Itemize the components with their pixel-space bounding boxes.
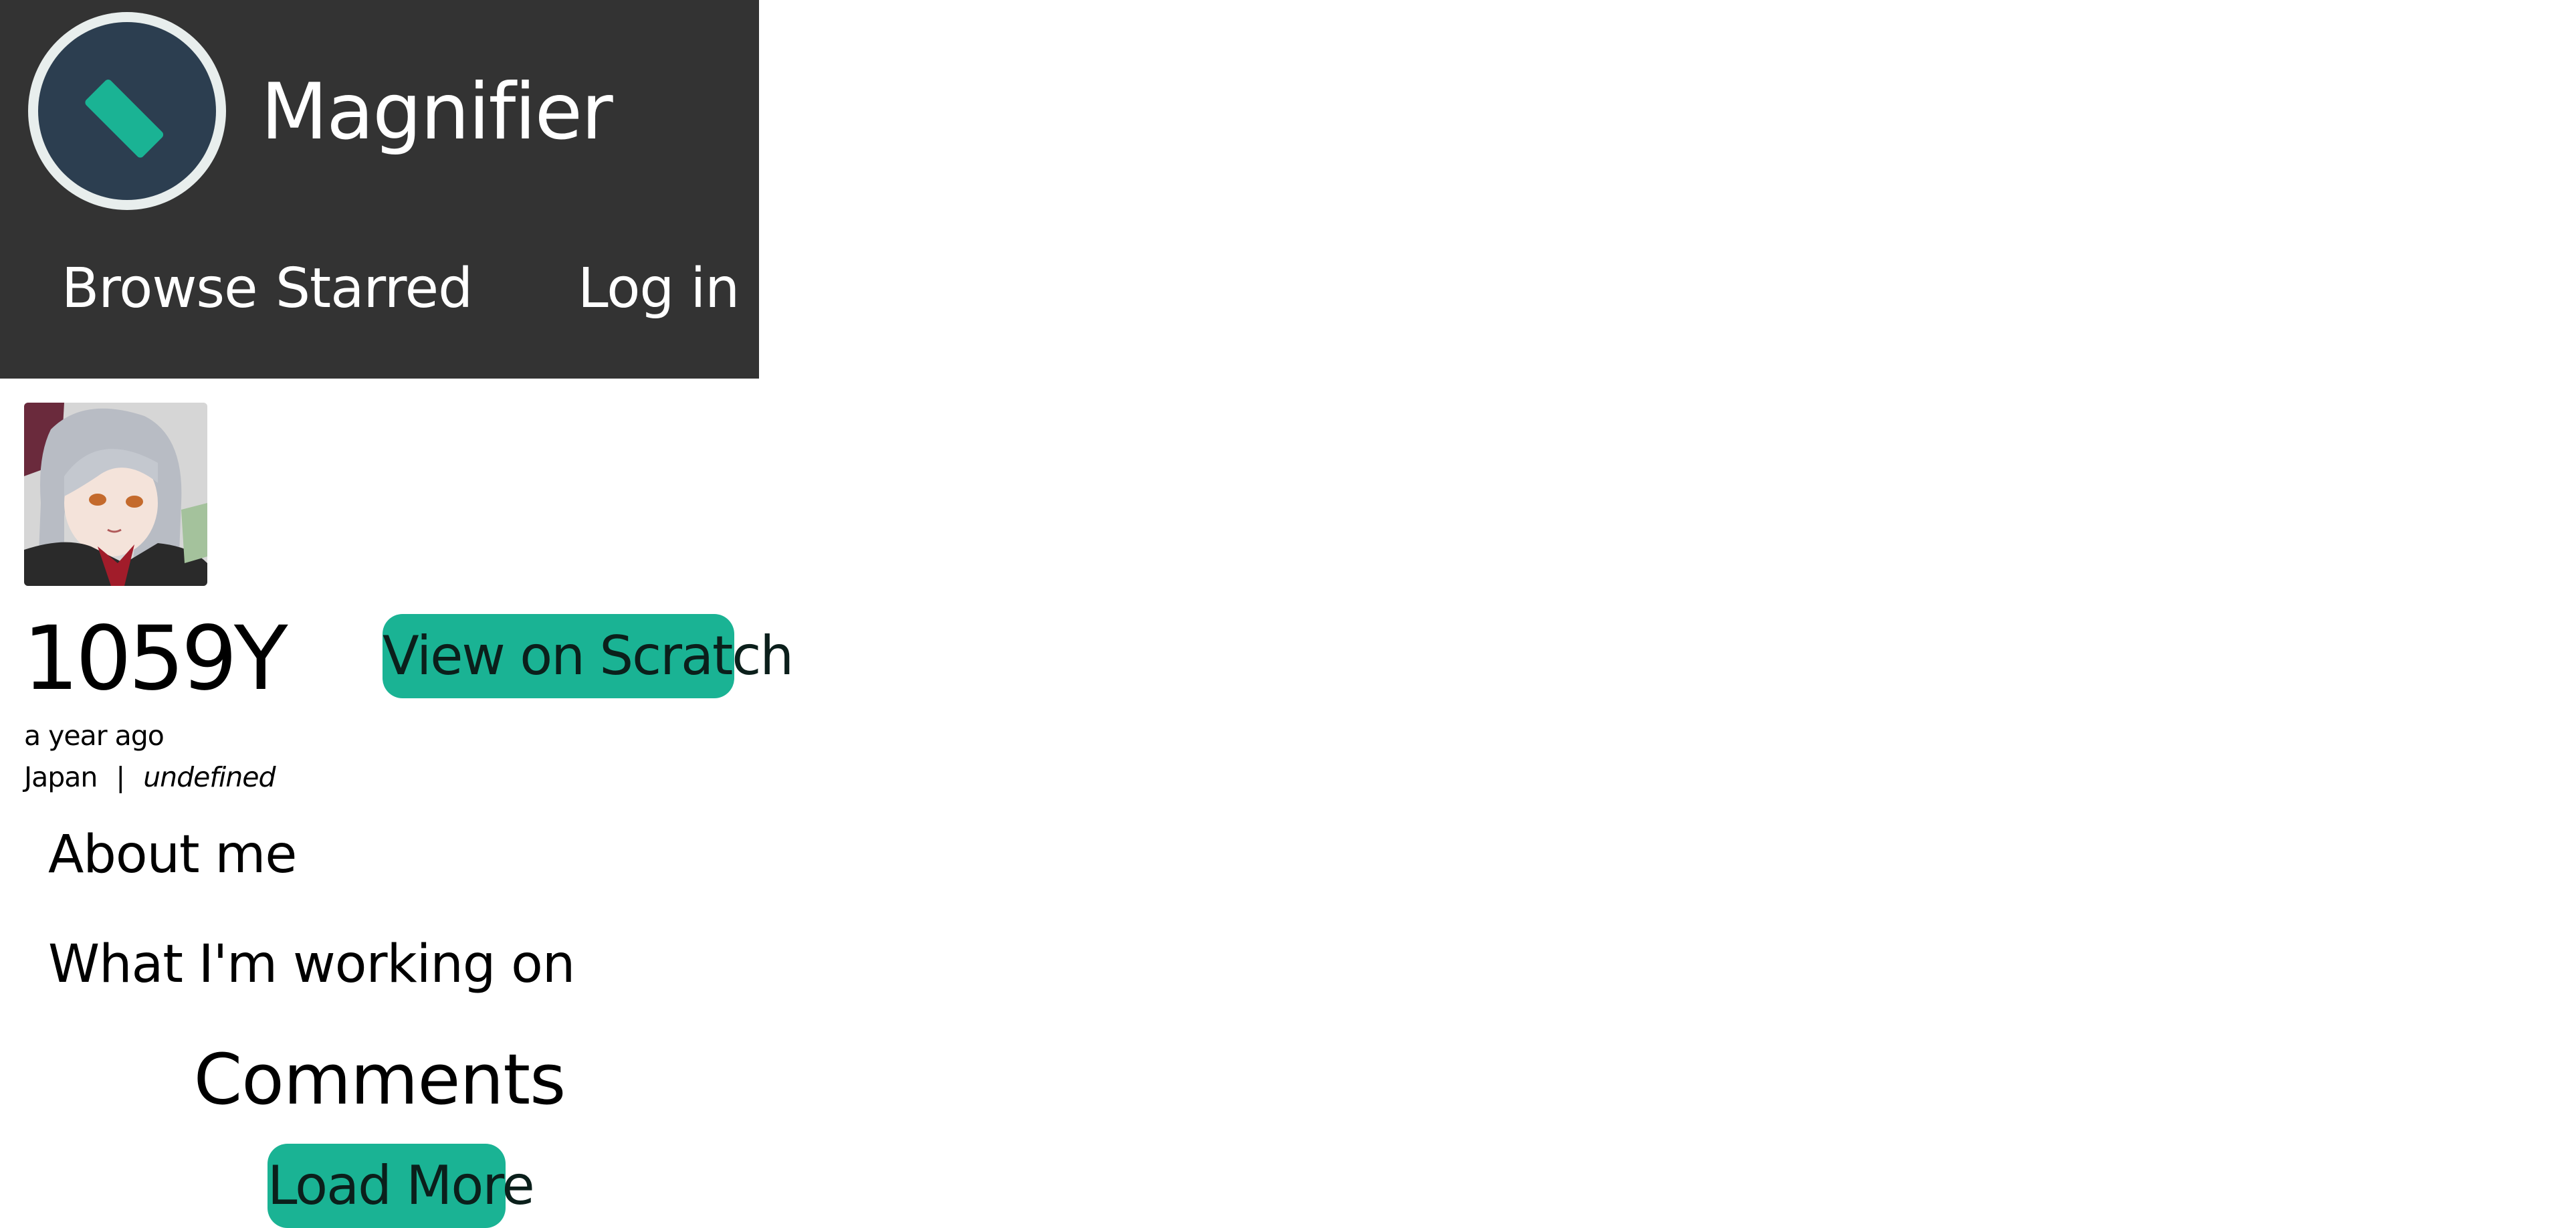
comments-heading: Comments <box>193 1039 566 1120</box>
separator: | <box>116 761 125 793</box>
about-me-heading: About me <box>48 825 297 885</box>
profile-status: undefined <box>143 761 276 793</box>
avatar <box>24 403 207 586</box>
logo-bar-icon <box>85 79 164 158</box>
nav-browse-link[interactable]: Browse <box>62 255 258 322</box>
logo-inner-circle <box>38 22 216 200</box>
magnifier-logo-icon[interactable] <box>28 12 226 210</box>
working-on-heading: What I'm working on <box>48 934 575 995</box>
view-on-scratch-button[interactable]: View on Scratch <box>383 614 794 698</box>
location-status-row: Japan | undefined <box>24 760 276 795</box>
app-title: Magnifier <box>261 67 613 157</box>
nav-login-link[interactable]: Log in <box>578 255 740 322</box>
header-bar: Magnifier Browse Starred Log in <box>0 0 759 379</box>
joined-date: a year ago <box>24 720 165 752</box>
profile-username: 1059Y <box>23 607 288 710</box>
nav-starred-link[interactable]: Starred <box>276 255 473 322</box>
user-avatar-image <box>24 403 207 586</box>
profile-country: Japan <box>24 761 98 793</box>
load-more-button[interactable]: Load More <box>267 1144 535 1228</box>
